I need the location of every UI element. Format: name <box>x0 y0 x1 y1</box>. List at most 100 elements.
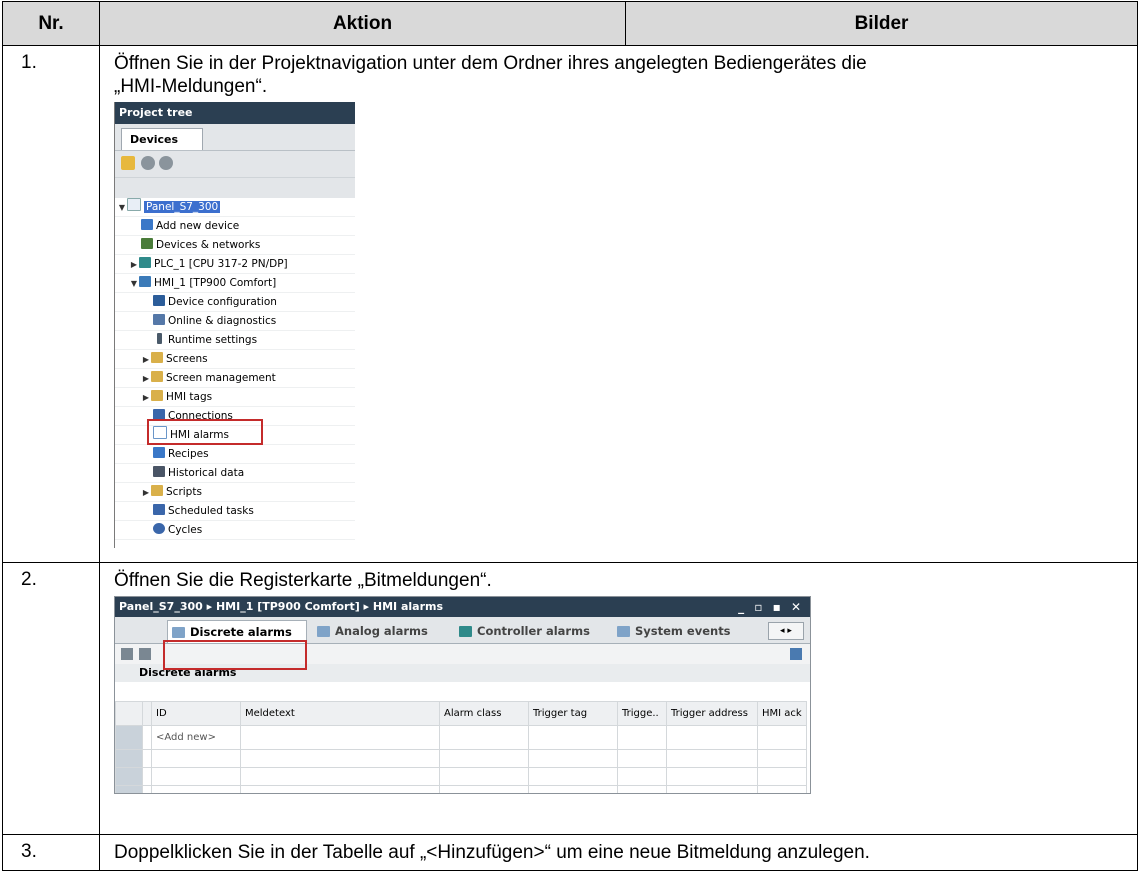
cell <box>757 767 807 786</box>
cycles-icon <box>153 523 165 534</box>
tree-item-panel[interactable]: ▼ Panel_S7_300 <box>115 198 355 217</box>
tree-item-scheduled[interactable]: Scheduled tasks <box>115 502 355 521</box>
cell <box>666 725 758 750</box>
tree-item-screen-mgmt[interactable]: ▶ Screen management <box>115 369 355 388</box>
project-tree-tabs: Devices <box>115 124 355 151</box>
analog-alarm-icon <box>317 626 330 637</box>
cell <box>240 749 440 768</box>
tree-item-devices-networks[interactable]: Devices & networks <box>115 236 355 255</box>
tree-item-device-config[interactable]: Device configuration <box>115 293 355 312</box>
cell <box>528 749 618 768</box>
window-controls[interactable]: _ ▫ ▪ ✕ <box>738 597 804 617</box>
discrete-alarms-table: ID Meldetext Alarm class Trigger tag Tri… <box>115 701 807 793</box>
tree-item-label: PLC_1 [CPU 317-2 PN/DP] <box>154 258 288 270</box>
historical-data-icon <box>153 466 165 477</box>
cell <box>617 749 667 768</box>
step-cell: Öffnen Sie in der Projektnavigation unte… <box>99 45 1138 563</box>
add-new-cell[interactable]: <Add new> <box>151 725 241 750</box>
import-icon[interactable] <box>139 648 151 660</box>
tab-system-events[interactable]: System events <box>613 620 753 643</box>
tree-item-hmi[interactable]: ▼ HMI_1 [TP900 Comfort] <box>115 274 355 293</box>
instruction-table: Nr. Aktion Bilder 1. Öffnen Sie in der P… <box>2 1 1138 871</box>
recipes-icon <box>153 447 165 458</box>
step-number: 1. <box>2 45 100 563</box>
scheduled-tasks-icon <box>153 504 165 515</box>
table-row <box>115 749 807 768</box>
tab-label: System events <box>635 624 731 638</box>
collapsed-arrow-icon: ▶ <box>142 355 150 364</box>
tree-item-screens[interactable]: ▶ Screens <box>115 350 355 369</box>
network-icon <box>141 238 153 249</box>
tree-item-online-diag[interactable]: Online & diagnostics <box>115 312 355 331</box>
step-row: 2. Öffnen Sie die Registerkarte „Bitmeld… <box>2 562 1138 835</box>
tree-item-plc[interactable]: ▶ PLC_1 [CPU 317-2 PN/DP] <box>115 255 355 274</box>
folder-icon <box>151 352 163 363</box>
document-icon <box>127 198 141 211</box>
col-trigger-bit[interactable]: Trigge.. <box>617 701 667 726</box>
settings-icon[interactable] <box>790 648 802 660</box>
tree-item-runtime[interactable]: Runtime settings <box>115 331 355 350</box>
collapsed-arrow-icon: ▶ <box>142 488 150 497</box>
table-row <box>115 785 807 793</box>
collapsed-arrow-icon: ▶ <box>142 374 150 383</box>
cell <box>757 785 807 793</box>
tab-controller-alarms[interactable]: Controller alarms <box>455 620 605 643</box>
cell <box>666 785 758 793</box>
tree-item-label: Screen management <box>166 372 276 384</box>
row-marker <box>142 767 152 786</box>
folder-icon <box>151 390 163 401</box>
cell <box>151 767 241 786</box>
cell <box>666 749 758 768</box>
header-bilder: Bilder <box>625 1 1138 46</box>
cell <box>151 749 241 768</box>
cell <box>617 785 667 793</box>
step-row: 3. Doppelklicken Sie in der Tabelle auf … <box>2 834 1138 871</box>
export-icon[interactable] <box>121 648 133 660</box>
col-trigger-tag[interactable]: Trigger tag <box>528 701 618 726</box>
tree-item-historical[interactable]: Historical data <box>115 464 355 483</box>
step-number: 2. <box>2 562 100 835</box>
hmi-icon <box>139 276 151 287</box>
table-row <box>115 767 807 786</box>
tree-item-label: Online & diagnostics <box>168 315 277 327</box>
tab-analog-alarms[interactable]: Analog alarms <box>313 620 449 643</box>
project-tree-list: ▼ Panel_S7_300 Add new device Devices & n… <box>115 198 355 540</box>
tree-item-hmi-tags[interactable]: ▶ HMI tags <box>115 388 355 407</box>
tab-label: Analog alarms <box>335 624 428 638</box>
row-marker <box>142 785 152 793</box>
back-icon[interactable] <box>141 156 155 170</box>
cell <box>240 767 440 786</box>
col-id[interactable]: ID <box>151 701 241 726</box>
col-trigger-address[interactable]: Trigger address <box>666 701 758 726</box>
tree-item-label: HMI tags <box>166 391 213 403</box>
cell <box>240 725 440 750</box>
col-hmi-ack[interactable]: HMI ack <box>757 701 807 726</box>
tab-scroll-arrows[interactable]: ◂ ▸ <box>768 622 804 640</box>
table-row[interactable]: <Add new> <box>115 725 807 750</box>
cell <box>439 749 529 768</box>
row-header <box>115 725 143 750</box>
tree-item-label: Screens <box>166 353 208 365</box>
add-device-icon <box>141 219 153 230</box>
controller-alarm-icon <box>459 626 472 637</box>
forward-icon[interactable] <box>159 156 173 170</box>
tree-item-recipes[interactable]: Recipes <box>115 445 355 464</box>
tree-item-label: Device configuration <box>168 296 277 308</box>
folder-icon <box>151 485 163 496</box>
tree-item-cycles[interactable]: Cycles <box>115 521 355 540</box>
header-row: Nr. Aktion Bilder <box>2 1 1138 46</box>
tree-item-add-device[interactable]: Add new device <box>115 217 355 236</box>
highlight-box <box>147 419 263 445</box>
cell <box>439 725 529 750</box>
row-header <box>115 701 143 726</box>
new-folder-icon[interactable] <box>121 156 135 170</box>
system-events-icon <box>617 626 630 637</box>
col-meldetext[interactable]: Meldetext <box>240 701 440 726</box>
tab-devices[interactable]: Devices <box>121 128 203 150</box>
tree-item-scripts[interactable]: ▶ Scripts <box>115 483 355 502</box>
col-alarm-class[interactable]: Alarm class <box>439 701 529 726</box>
cell <box>617 767 667 786</box>
tree-item-label: Cycles <box>168 524 203 536</box>
breadcrumb: Panel_S7_300 ▸ HMI_1 [TP900 Comfort] ▸ H… <box>119 600 444 613</box>
row-marker <box>142 725 152 750</box>
